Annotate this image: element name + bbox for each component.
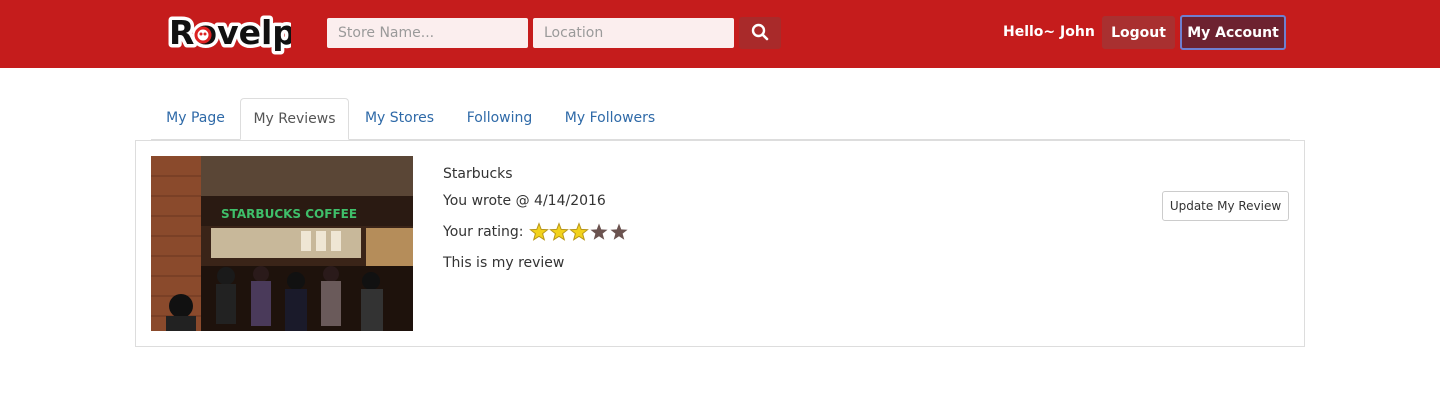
- store-photo[interactable]: STARBUCKS COFFEE: [151, 156, 413, 331]
- review-date: You wrote @ 4/14/2016: [443, 193, 606, 209]
- logout-button[interactable]: Logout: [1102, 16, 1175, 49]
- tab-my-reviews[interactable]: My Reviews: [240, 98, 349, 140]
- star-filled-icon: [529, 222, 549, 241]
- logo[interactable]: Rovelp Rovelp: [167, 8, 291, 58]
- review-text: This is my review: [443, 255, 565, 271]
- svg-text:Rovelp: Rovelp: [169, 13, 291, 52]
- search-button[interactable]: [739, 17, 781, 49]
- tab-my-page[interactable]: My Page: [151, 98, 240, 140]
- store-name[interactable]: Starbucks: [443, 166, 513, 182]
- user-greeting: Hello~ John: [1003, 24, 1095, 40]
- rating-label: Your rating:: [443, 224, 524, 240]
- search-icon: [751, 23, 769, 44]
- star-filled-icon: [569, 222, 589, 241]
- review-card: STARBUCKS COFFEE Starbucks You wrote @ 4…: [135, 140, 1305, 347]
- update-review-button[interactable]: Update My Review: [1162, 191, 1289, 221]
- store-search-input[interactable]: [327, 18, 528, 48]
- my-account-button[interactable]: My Account: [1180, 15, 1286, 50]
- tab-following[interactable]: Following: [450, 98, 549, 140]
- star-empty-icon: [590, 223, 608, 240]
- tab-my-stores[interactable]: My Stores: [349, 98, 450, 140]
- starbucks-sign: STARBUCKS COFFEE: [221, 207, 357, 221]
- top-navbar: Rovelp Rovelp Hello~ John Logout My Acco…: [0, 0, 1440, 68]
- location-search-input[interactable]: [533, 18, 734, 48]
- profile-tabs: My Page My Reviews My Stores Following M…: [151, 98, 1290, 140]
- star-empty-icon: [610, 223, 628, 240]
- star-filled-icon: [549, 222, 569, 241]
- rating-stars: [529, 222, 629, 242]
- tab-my-followers[interactable]: My Followers: [549, 98, 671, 140]
